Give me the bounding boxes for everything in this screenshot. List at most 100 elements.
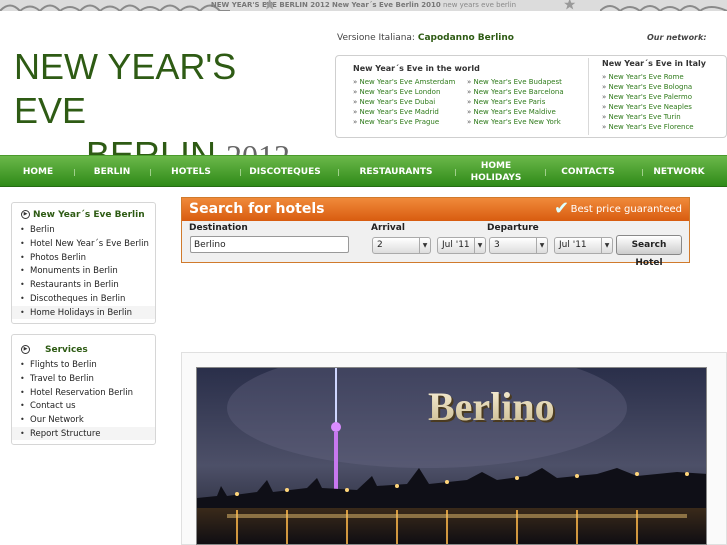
italian-version-link[interactable]: Capodanno Berlino: [418, 33, 514, 43]
nav-item-hotels[interactable]: HOTELS: [164, 156, 218, 188]
dropdown-arrow-icon: ▼: [419, 238, 430, 253]
link-text[interactable]: New Year's Eve London: [360, 88, 441, 96]
link-text[interactable]: New Year's Eve Prague: [360, 118, 440, 126]
world-header: New Year´s Eve in the world: [353, 64, 480, 73]
sidebar-item-contact-us[interactable]: Contact us: [30, 401, 76, 411]
world-link[interactable]: » New Year's Eve Budapest: [467, 78, 562, 86]
departure-day-select[interactable]: 3 ▼: [489, 237, 548, 254]
bullet-icon: •: [20, 360, 25, 369]
site-title-line1[interactable]: NEW YEAR'S EVE: [14, 45, 294, 133]
link-text[interactable]: New Year's Eve Budapest: [474, 78, 562, 86]
bullet-icon: •: [20, 266, 25, 276]
arrival-day-select[interactable]: 2 ▼: [372, 237, 431, 254]
bullet-icon: •: [20, 280, 25, 290]
play-icon: ▶: [21, 345, 30, 354]
italy-link[interactable]: » New Year's Eve Turin: [602, 113, 681, 121]
photo-caption: Berlino: [428, 384, 555, 429]
sidebar-item-report-structure[interactable]: Report Structure: [30, 429, 100, 439]
nav-separator: [240, 169, 241, 176]
world-link[interactable]: » New Year's Eve Dubai: [353, 98, 435, 106]
sidebar-item-hotel-new-year-s-eve-berlin[interactable]: Hotel New Year´s Eve Berlin: [30, 239, 149, 249]
world-link[interactable]: » New Year's Eve Madrid: [353, 108, 439, 116]
italy-link[interactable]: » New Year's Eve Rome: [602, 73, 684, 81]
dropdown-arrow-icon: ▼: [536, 238, 547, 253]
arrival-label: Arrival: [371, 223, 405, 233]
link-text[interactable]: New Year's Eve Rome: [609, 73, 684, 81]
italy-link[interactable]: » New Year's Eve Neaples: [602, 103, 692, 111]
star-icon: [564, 0, 576, 10]
sidebar-item-berlin[interactable]: Berlin: [30, 225, 55, 235]
hotel-search-box: Search for hotels ✔ Best price guarantee…: [181, 197, 690, 268]
nav-separator: [545, 169, 546, 176]
bullet-icon: •: [20, 307, 25, 317]
nav-item-home-holidays[interactable]: HOME HOLIDAYS: [459, 156, 533, 188]
arrival-day-value: 2: [377, 240, 383, 250]
link-text[interactable]: New Year's Eve Neaples: [609, 103, 692, 111]
link-text[interactable]: New Year's Eve Madrid: [360, 108, 439, 116]
arrival-month-select[interactable]: Jul '11 ▼: [437, 237, 486, 254]
sidebar-item-flights-to-berlin[interactable]: Flights to Berlin: [30, 360, 97, 370]
berlin-night-photo: Berlino Berlino: [196, 367, 707, 545]
world-link[interactable]: » New Year's Eve Barcelona: [467, 88, 564, 96]
link-text[interactable]: New Year's Eve Bologna: [609, 83, 693, 91]
world-link[interactable]: » New Year's Eve Maldive: [467, 108, 556, 116]
link-text[interactable]: New Year's Eve New York: [474, 118, 561, 126]
nav-separator: [455, 169, 456, 176]
bullet-icon: •: [20, 429, 25, 438]
search-hotel-button[interactable]: Search Hotel: [616, 235, 682, 268]
italy-link[interactable]: » New Year's Eve Bologna: [602, 83, 692, 91]
dropdown-arrow-icon: ▼: [474, 238, 485, 253]
nav-item-home[interactable]: HOME: [14, 156, 62, 188]
sidebar-item-travel-to-berlin[interactable]: Travel to Berlin: [30, 374, 94, 384]
nav-item-restaurants[interactable]: RESTAURANTS: [350, 156, 442, 188]
nav-item-discoteques[interactable]: DISCOTEQUES: [245, 156, 325, 188]
nav-separator: [150, 169, 151, 176]
link-text[interactable]: New Year's Eve Amsterdam: [360, 78, 456, 86]
hotel-search-form: Destination Arrival 2 ▼ Jul '11 ▼ Depart…: [182, 221, 689, 268]
nav-item-berlin[interactable]: BERLIN: [88, 156, 136, 188]
bullet-icon: •: [20, 415, 25, 425]
departure-day-value: 3: [494, 240, 500, 250]
nav-item-network[interactable]: NETWORK: [650, 156, 708, 188]
nav-separator: [338, 169, 339, 176]
link-text[interactable]: New Year's Eve Turin: [609, 113, 681, 121]
nav-separator: [74, 169, 75, 176]
our-network-label: Our network:: [647, 33, 707, 42]
departure-month-select[interactable]: Jul '11 ▼: [554, 237, 613, 254]
berlin-skyline-image: Berlino Berlino: [197, 368, 706, 544]
ticker-link[interactable]: New Year´s Eve Berlin 2010: [332, 1, 441, 9]
ticker-tail[interactable]: new years eve berlin: [443, 1, 516, 9]
sidebar-box-services-header: Services: [45, 345, 88, 355]
italy-link[interactable]: » New Year's Eve Palermo: [602, 93, 692, 101]
sidebar-item-photos-berlin[interactable]: Photos Berlin: [30, 253, 86, 263]
bullet-icon: •: [20, 401, 25, 411]
sidebar-item-home-holidays-in-berlin[interactable]: Home Holidays in Berlin: [30, 308, 132, 318]
nav-separator: [642, 169, 643, 176]
world-link[interactable]: » New Year's Eve Paris: [467, 98, 545, 106]
sidebar-item-our-network[interactable]: Our Network: [30, 415, 84, 425]
link-text[interactable]: New Year's Eve Barcelona: [474, 88, 564, 96]
network-divider: [588, 58, 589, 135]
sidebar-item-hotel-reservation-berlin[interactable]: Hotel Reservation Berlin: [30, 388, 133, 398]
world-link[interactable]: » New Year's Eve Prague: [353, 118, 439, 126]
world-link[interactable]: » New Year's Eve Amsterdam: [353, 78, 455, 86]
link-text[interactable]: New Year's Eve Paris: [474, 98, 546, 106]
italy-link[interactable]: » New Year's Eve Florence: [602, 123, 694, 131]
destination-input[interactable]: [190, 236, 349, 253]
star-icon: [264, 0, 276, 10]
sidebar-item-restaurants-in-berlin[interactable]: Restaurants in Berlin: [30, 280, 119, 290]
bullet-icon: •: [20, 225, 25, 234]
link-text[interactable]: New Year's Eve Florence: [609, 123, 694, 131]
main-nav: HOME BERLIN HOTELS DISCOTEQUES RESTAURANTS HO…: [0, 155, 727, 187]
link-text[interactable]: New Year's Eve Maldive: [474, 108, 556, 116]
nav-item-contacts[interactable]: CONTACTS: [553, 156, 623, 188]
sidebar-box-berlin-header[interactable]: New Year´s Eve Berlin: [33, 210, 145, 220]
sidebar-item-discotheques-in-berlin[interactable]: Discotheques in Berlin: [30, 294, 125, 304]
link-text[interactable]: New Year's Eve Dubai: [360, 98, 436, 106]
sidebar-item-monuments-in-berlin[interactable]: Monuments in Berlin: [30, 266, 118, 276]
italian-version: Versione Italiana: Capodanno Berlino: [337, 33, 514, 43]
world-link[interactable]: » New Year's Eve London: [353, 88, 440, 96]
link-text[interactable]: New Year's Eve Palermo: [609, 93, 693, 101]
italian-version-label: Versione Italiana:: [337, 33, 415, 43]
world-link[interactable]: » New Year's Eve New York: [467, 118, 561, 126]
